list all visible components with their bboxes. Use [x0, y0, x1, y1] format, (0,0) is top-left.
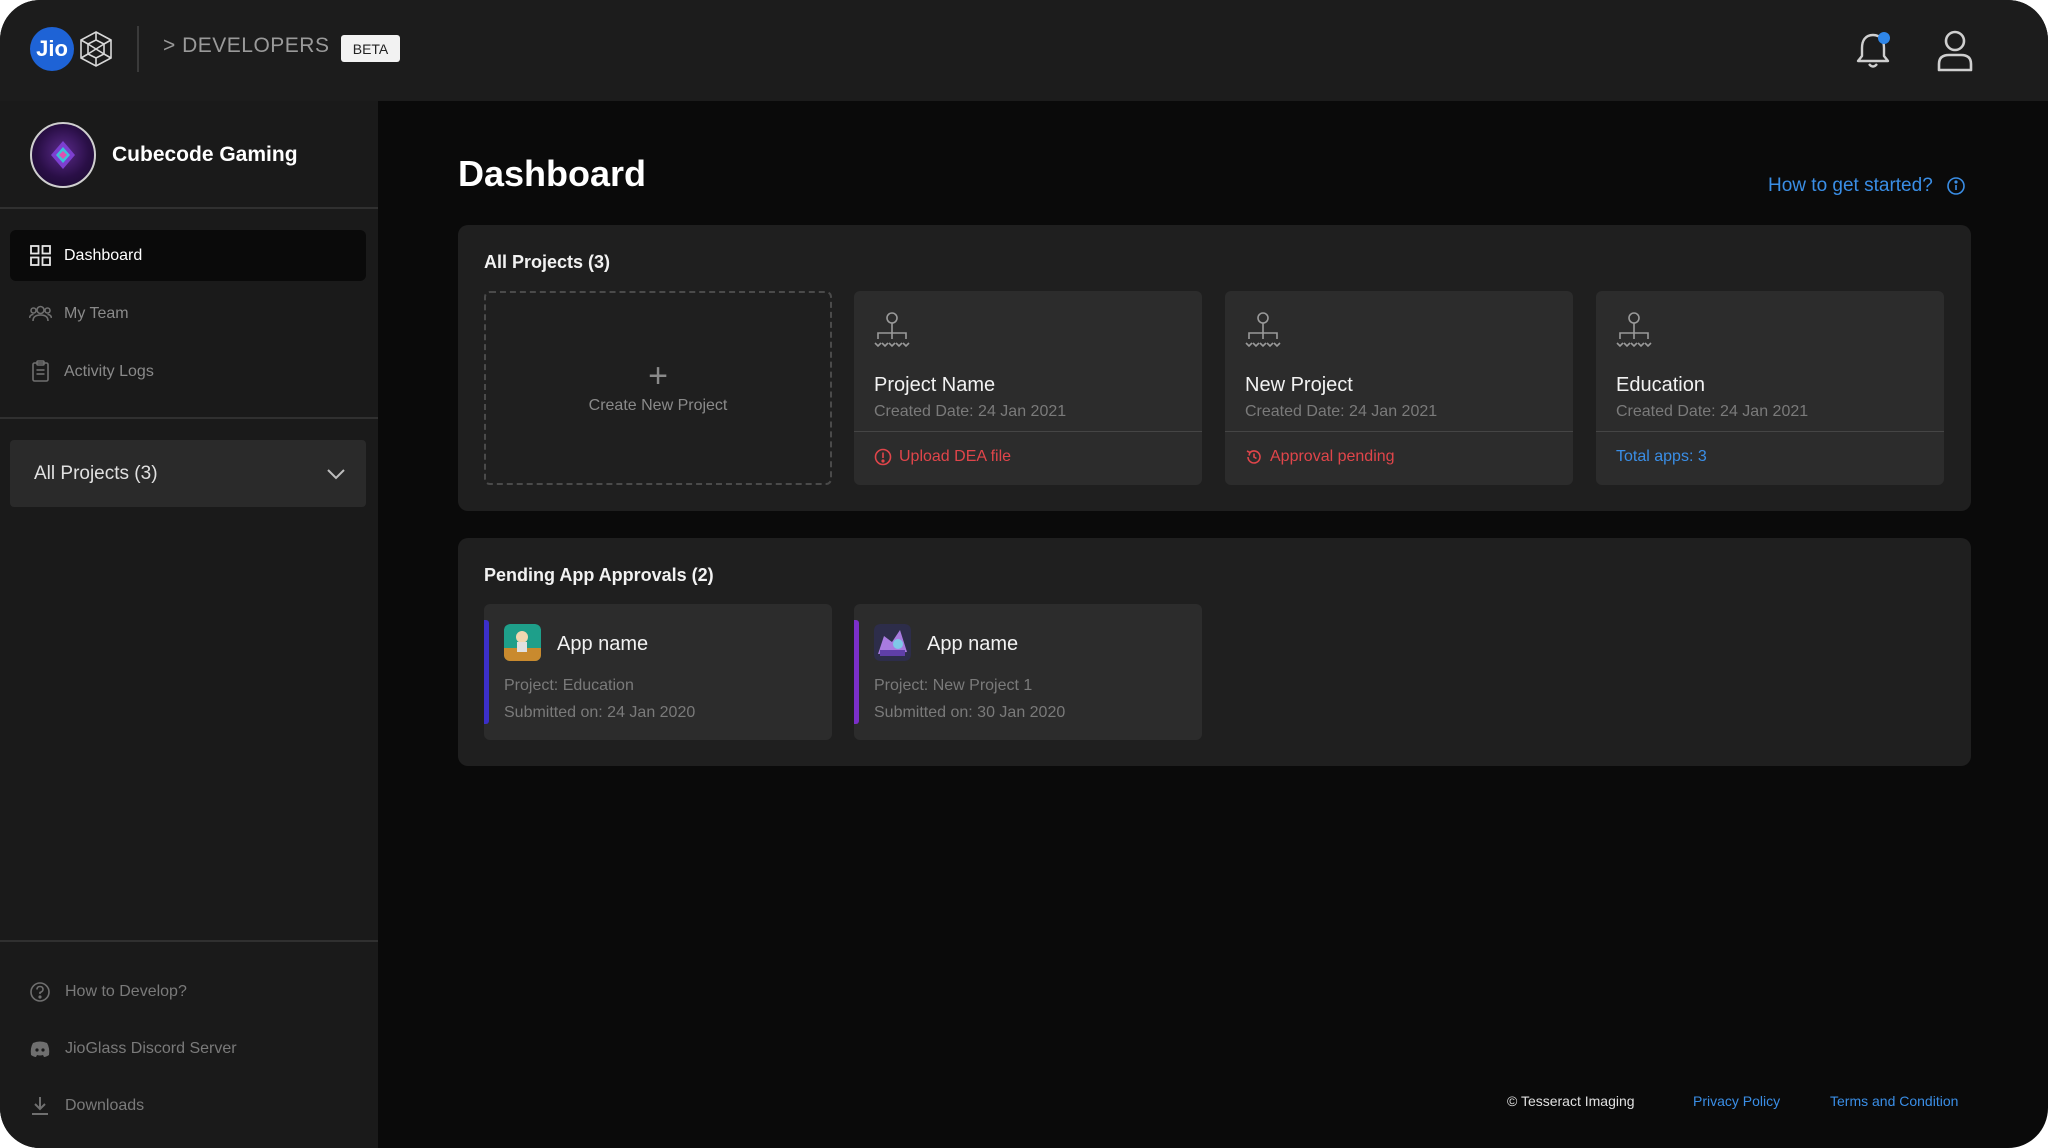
project-created-date: Created Date: 24 Jan 2021 — [1245, 403, 1438, 420]
how-to-get-started-link[interactable]: How to get started? — [1768, 175, 1966, 197]
clipboard-icon — [32, 360, 49, 382]
card-divider — [854, 431, 1202, 432]
sidebar-divider — [0, 940, 378, 942]
project-card[interactable]: Education Created Date: 24 Jan 2021 Tota… — [1596, 291, 1944, 485]
app-thumbnail-icon — [504, 624, 541, 661]
sidebar-divider — [0, 417, 378, 419]
sidebar-item-label: Dashboard — [64, 246, 143, 264]
how-to-develop-link[interactable]: How to Develop? — [29, 981, 187, 1003]
app-submitted-date: Submitted on: 24 Jan 2020 — [504, 704, 696, 721]
copyright-text: © Tesseract Imaging — [1507, 1093, 1635, 1109]
privacy-policy-link[interactable]: Privacy Policy — [1693, 1093, 1780, 1109]
jio-logo[interactable]: Jio — [30, 27, 116, 71]
project-status-label: Upload DEA file — [899, 448, 1012, 465]
downloads-label: Downloads — [65, 1097, 145, 1114]
grid-icon — [30, 245, 51, 266]
project-hierarchy-icon — [874, 312, 910, 348]
developers-label[interactable]: > DEVELOPERS — [163, 34, 329, 58]
downloads-link[interactable]: Downloads — [29, 1095, 144, 1117]
app-thumbnail-icon — [874, 624, 911, 661]
app-name: App name — [557, 633, 649, 655]
project-hierarchy-icon — [1616, 312, 1652, 348]
team-icon — [29, 305, 52, 322]
pending-approvals-panel: Pending App Approvals (2) App name Proje… — [458, 538, 1971, 766]
page-title: Dashboard — [458, 153, 647, 194]
project-card[interactable]: Project Name Created Date: 24 Jan 2021 U… — [854, 291, 1202, 485]
info-icon — [1946, 177, 1965, 195]
create-new-project-label: Create New Project — [588, 397, 728, 414]
app-submitted-date: Submitted on: 30 Jan 2020 — [874, 704, 1066, 721]
app-window: Jio > DEVELOPERS BETA Cubecode Gaming Da… — [0, 0, 2048, 1148]
top-bar: Jio > DEVELOPERS BETA — [0, 0, 2048, 101]
project-status-label: Total apps: 3 — [1616, 448, 1707, 465]
beta-badge: BETA — [341, 35, 400, 62]
organization-header[interactable]: Cubecode Gaming — [30, 122, 298, 188]
project-created-date: Created Date: 24 Jan 2021 — [1616, 403, 1809, 420]
tesseract-logo-icon — [80, 31, 112, 67]
how-to-develop-label: How to Develop? — [65, 983, 187, 1000]
project-hierarchy-icon — [1245, 312, 1281, 348]
terms-and-condition-link[interactable]: Terms and Condition — [1830, 1093, 1958, 1109]
org-avatar — [30, 122, 96, 188]
project-selector-dropdown[interactable]: All Projects (3) — [10, 440, 366, 507]
clock-pending-icon — [1246, 450, 1261, 464]
app-name: App name — [927, 633, 1019, 655]
pending-approvals-title: Pending App Approvals (2) — [484, 565, 714, 585]
sidebar-item-label: My Team — [64, 304, 129, 322]
pending-app-card[interactable]: App name Project: Education Submitted on… — [484, 604, 832, 740]
chevron-down-icon — [327, 468, 345, 479]
bell-icon[interactable] — [1853, 29, 1893, 71]
jio-logo-badge: Jio — [30, 27, 74, 71]
project-status-label: Approval pending — [1270, 448, 1395, 465]
discord-icon — [30, 1041, 50, 1057]
project-card[interactable]: New Project Created Date: 24 Jan 2021 Ap… — [1225, 291, 1573, 485]
alert-circle-icon — [874, 448, 892, 466]
plus-icon: + — [648, 357, 668, 395]
all-projects-panel: All Projects (3) + Create New Project Pr… — [458, 225, 1971, 511]
project-selector-label: All Projects (3) — [34, 462, 158, 484]
sidebar-item-dashboard[interactable]: Dashboard — [10, 230, 366, 281]
sidebar-item-activity-logs[interactable]: Activity Logs — [10, 346, 366, 397]
card-accent-bar — [854, 620, 859, 724]
project-name: Education — [1616, 374, 1705, 396]
sidebar-divider — [0, 207, 378, 209]
all-projects-title: All Projects (3) — [484, 252, 611, 272]
topbar-divider — [137, 26, 139, 72]
user-profile-icon[interactable] — [1935, 28, 1975, 72]
discord-server-link[interactable]: JioGlass Discord Server — [29, 1038, 237, 1060]
card-accent-bar — [484, 620, 489, 724]
sidebar: Cubecode Gaming Dashboard My Team Activi… — [0, 101, 378, 1148]
app-project: Project: New Project 1 — [874, 677, 1033, 694]
discord-server-label: JioGlass Discord Server — [65, 1040, 237, 1057]
help-icon — [30, 982, 50, 1002]
approval-pending-status[interactable]: Approval pending — [1245, 448, 1395, 466]
project-name: New Project — [1245, 374, 1353, 396]
upload-dea-file-link[interactable]: Upload DEA file — [874, 448, 1011, 466]
cubecode-logo-icon — [51, 141, 75, 169]
sidebar-item-my-team[interactable]: My Team — [10, 288, 366, 339]
total-apps-link[interactable]: Total apps: 3 — [1616, 448, 1707, 466]
app-project: Project: Education — [504, 677, 634, 694]
card-divider — [1225, 431, 1573, 432]
how-to-get-started-label: How to get started? — [1768, 175, 1933, 196]
pending-app-card[interactable]: App name Project: New Project 1 Submitte… — [854, 604, 1202, 740]
org-name: Cubecode Gaming — [112, 143, 298, 166]
project-created-date: Created Date: 24 Jan 2021 — [874, 403, 1067, 420]
sidebar-item-label: Activity Logs — [64, 362, 154, 380]
download-icon — [32, 1097, 48, 1115]
card-divider — [1596, 431, 1944, 432]
project-name: Project Name — [874, 374, 996, 396]
create-new-project-card[interactable]: + Create New Project — [484, 291, 832, 485]
